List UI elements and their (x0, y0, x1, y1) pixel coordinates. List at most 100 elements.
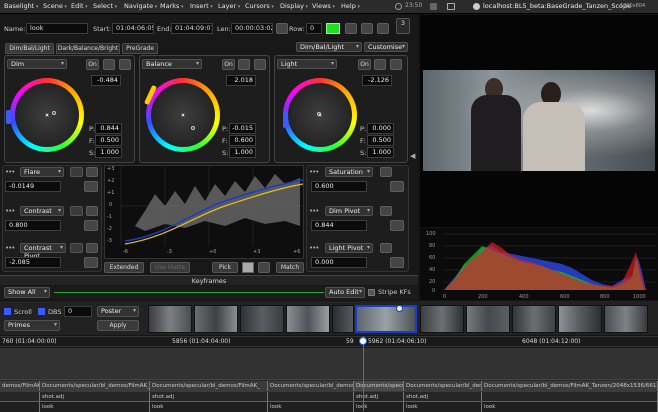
tab-dark-balance-bright[interactable]: Dark/Balance/Bright (56, 43, 120, 54)
name-input[interactable]: look (26, 23, 88, 34)
light-pivot-reset-icon[interactable] (380, 243, 392, 253)
balance-s-value[interactable]: 1.000 (229, 147, 256, 158)
dim-s-value[interactable]: 1.000 (95, 147, 122, 158)
balance-value[interactable]: 2.018 (226, 75, 256, 86)
menu-insert[interactable]: Insert (190, 2, 213, 10)
contrast-pivot-dropdown[interactable]: Contrast Pivot (20, 243, 66, 260)
end-timecode[interactable]: 01:04:09:07 (171, 23, 213, 34)
layer-color-swatch[interactable] (326, 23, 340, 34)
dim-pivot-value[interactable]: 0.844 (311, 220, 367, 231)
light-curve-icon[interactable] (390, 59, 402, 70)
use-matte-button[interactable]: Use Matte (150, 262, 190, 273)
contrast-reset-icon[interactable] (86, 206, 98, 216)
contrast-pivot-handle-icon[interactable]: ••• (5, 244, 15, 252)
copy-icon[interactable] (345, 23, 357, 34)
thumbnail[interactable] (558, 305, 602, 333)
menu-display[interactable]: Display (280, 2, 308, 10)
light-s-value[interactable]: 1.000 (367, 147, 394, 158)
delete-icon[interactable] (377, 23, 389, 34)
menu-views[interactable]: Views (312, 2, 335, 10)
dim-value[interactable]: -0.484 (91, 75, 121, 86)
collapse-arrow-icon[interactable]: ◀ (410, 152, 415, 160)
thumbnail[interactable] (286, 305, 330, 333)
light-f-value[interactable]: 0.500 (367, 135, 394, 146)
thumbnail[interactable] (240, 305, 284, 333)
contrast-graph-icon[interactable] (84, 220, 98, 231)
dbs-value[interactable]: 0 (64, 306, 92, 317)
playhead-handle-icon[interactable] (359, 337, 367, 345)
saturation-reset-icon[interactable] (380, 167, 392, 177)
flare-dropdown[interactable]: Flare (20, 167, 64, 177)
flare-reset-icon[interactable] (86, 167, 98, 177)
menu-edit[interactable]: Edit (71, 2, 88, 10)
dim-on-button[interactable]: On (86, 59, 99, 70)
thumbnail[interactable] (512, 305, 556, 333)
scroll-checkbox[interactable] (4, 308, 11, 315)
dim-p-value[interactable]: 0.844 (95, 123, 122, 134)
tab-dim-bal-light[interactable]: Dim/Bal/Light (5, 43, 54, 54)
thumbnail[interactable] (604, 305, 648, 333)
light-dropdown[interactable]: Light (277, 59, 337, 69)
dim-dropdown[interactable]: Dim (7, 59, 67, 69)
light-value[interactable]: -2.126 (362, 75, 392, 86)
customise-dropdown[interactable]: Customise (364, 42, 408, 52)
light-reset-icon[interactable] (374, 59, 386, 70)
track-clip[interactable]: Documents/specular/bl_demos/FilmAK_ (150, 381, 268, 391)
flare-handle-icon[interactable]: ••• (5, 168, 15, 176)
contrast-value[interactable]: 0.800 (5, 220, 61, 231)
thumbnail[interactable] (332, 305, 354, 333)
balance-color-wheel[interactable] (146, 78, 220, 152)
thumbnail[interactable] (466, 305, 510, 333)
light-p-value[interactable]: 0.000 (367, 123, 394, 134)
curve-graph[interactable]: +3 +2 +1 0 -1 -2 -3 -6 -3 +0 +3 +6 (104, 165, 304, 259)
menu-help[interactable]: Help (341, 2, 360, 10)
start-timecode[interactable]: 01:04:06:05 (112, 23, 154, 34)
dim-pivot-reset-icon[interactable] (380, 206, 392, 216)
saturation-dropdown[interactable]: Saturation (325, 167, 373, 177)
poster-dropdown[interactable]: Poster (97, 306, 139, 317)
balance-dropdown[interactable]: Balance (142, 59, 202, 69)
link-button[interactable] (276, 23, 288, 34)
thumbnail[interactable] (148, 305, 192, 333)
contrast-on-button[interactable] (70, 206, 83, 216)
balance-curve-icon[interactable] (254, 59, 266, 70)
tab-pregrade[interactable]: PreGrade (122, 43, 158, 54)
track-clip[interactable]: Documents/specular/bl_demos/FilmAK_Tanze… (482, 381, 658, 391)
balance-f-value[interactable]: 0.600 (229, 135, 256, 146)
track-clip[interactable]: Documents/specular/bl_demos/FilmAK_Tanze… (354, 381, 404, 391)
balance-on-button[interactable]: On (222, 59, 235, 70)
primes-dropdown[interactable]: Primes (4, 320, 60, 331)
menu-select[interactable]: Select (93, 2, 117, 10)
light-pivot-value[interactable]: 0.000 (311, 257, 367, 268)
track-clip[interactable]: demos/FilmAK_ (0, 381, 40, 391)
contrast-pivot-on-button[interactable] (70, 243, 83, 253)
balance-puck[interactable] (191, 126, 195, 130)
saturation-graph-icon[interactable] (390, 181, 404, 192)
playhead[interactable] (363, 336, 364, 411)
thumbnail[interactable] (194, 305, 238, 333)
menu-scene[interactable]: Scene (43, 2, 67, 10)
menu-baselight[interactable]: Baselight (4, 2, 38, 10)
dim-color-wheel[interactable] (10, 78, 84, 152)
apply-button[interactable]: Apply (97, 320, 139, 331)
pick-swatch[interactable] (242, 262, 254, 273)
menu-marks[interactable]: Marks (160, 2, 184, 10)
dim-pivot-graph-icon[interactable] (390, 220, 404, 231)
dim-curve-icon[interactable] (119, 59, 131, 70)
saturation-value[interactable]: 0.600 (311, 181, 367, 192)
match-button[interactable]: Match (276, 262, 304, 273)
dim-pivot-handle-icon[interactable]: ••• (309, 207, 319, 215)
balance-p-value[interactable]: -0.015 (229, 123, 256, 134)
keyframe-track-line[interactable] (54, 292, 324, 293)
balance-reset-icon[interactable] (238, 59, 250, 70)
contrast-pivot-graph-icon[interactable] (84, 257, 98, 268)
flare-on-button[interactable] (70, 167, 83, 177)
dim-reset-icon[interactable] (103, 59, 115, 70)
layer-count-badge[interactable]: 3 (396, 18, 410, 34)
contrast-dropdown[interactable]: Contrast (20, 206, 64, 216)
menu-layer[interactable]: Layer (218, 2, 240, 10)
track-clip[interactable]: Documents/specular/bl_demos/FilmAK_Tan (268, 381, 354, 391)
flare-graph-icon[interactable] (84, 181, 98, 192)
light-on-button[interactable]: On (358, 59, 371, 70)
track-clip[interactable]: Documents/specular/bl_demos/FilmAK_ (40, 381, 150, 391)
